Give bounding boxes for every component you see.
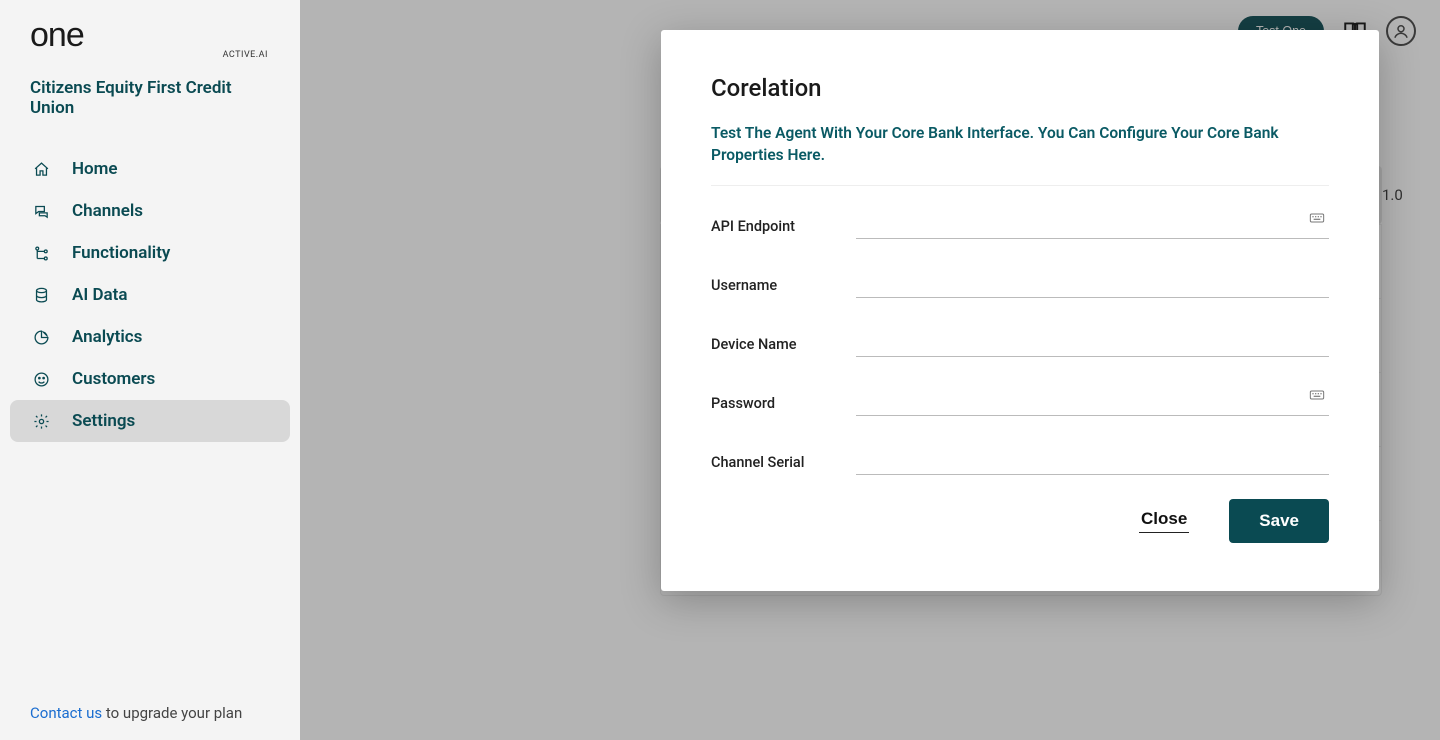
keyboard-icon [1309,210,1325,226]
field-password: Password [711,391,1329,416]
close-button[interactable]: Close [1139,509,1189,533]
sidebar-item-home[interactable]: Home [10,148,290,190]
field-label: Channel Serial [711,454,856,471]
save-button[interactable]: Save [1229,499,1329,543]
field-label: Device Name [711,336,856,353]
api-endpoint-input[interactable] [856,214,1329,239]
sidebar-item-label: Settings [72,411,135,431]
username-input[interactable] [856,273,1329,298]
home-icon [32,160,50,178]
field-label: Password [711,395,856,412]
modal-title: Corelation [711,74,1329,102]
modal-description: Test The Agent With Your Core Bank Inter… [711,122,1329,186]
field-device-name: Device Name [711,332,1329,357]
keyboard-icon [1309,387,1325,403]
sidebar-item-functionality[interactable]: Functionality [10,232,290,274]
main: Test One Version 1.0 Corelation [300,0,1440,740]
channel-serial-input[interactable] [856,450,1329,475]
sidebar-item-label: Analytics [72,327,142,347]
sidebar-item-analytics[interactable]: Analytics [10,316,290,358]
gear-icon [32,412,50,430]
device-name-input[interactable] [856,332,1329,357]
sidebar-item-label: Customers [72,369,155,389]
database-icon [32,286,50,304]
field-username: Username [711,273,1329,298]
sidebar-item-channels[interactable]: Channels [10,190,290,232]
field-label: Username [711,277,856,294]
face-icon [32,370,50,388]
sidebar-item-label: AI Data [72,285,128,305]
sidebar-footer: Contact us to upgrade your plan [0,686,300,740]
contact-link[interactable]: Contact us [30,704,102,722]
logo-text: one [30,18,270,52]
chat-icon [32,202,50,220]
tree-icon [32,244,50,262]
sidebar-item-label: Home [72,159,118,179]
password-input[interactable] [856,391,1329,416]
field-channel-serial: Channel Serial [711,450,1329,475]
logo: one ACTIVE.AI [0,18,300,78]
sidebar-item-aidata[interactable]: AI Data [10,274,290,316]
org-name: Citizens Equity First Credit Union [0,78,300,118]
corelation-modal: Corelation Test The Agent With Your Core… [661,30,1379,591]
footer-text: to upgrade your plan [102,704,242,722]
pie-icon [32,328,50,346]
modal-actions: Close Save [711,499,1329,543]
sidebar-item-label: Channels [72,201,143,221]
sidebar-item-customers[interactable]: Customers [10,358,290,400]
sidebar-nav: Home Channels Functionality AI Data [0,148,300,442]
field-label: API Endpoint [711,218,856,235]
sidebar-item-label: Functionality [72,243,170,263]
sidebar: one ACTIVE.AI Citizens Equity First Cred… [0,0,300,740]
sidebar-item-settings[interactable]: Settings [10,400,290,442]
field-api-endpoint: API Endpoint [711,214,1329,239]
